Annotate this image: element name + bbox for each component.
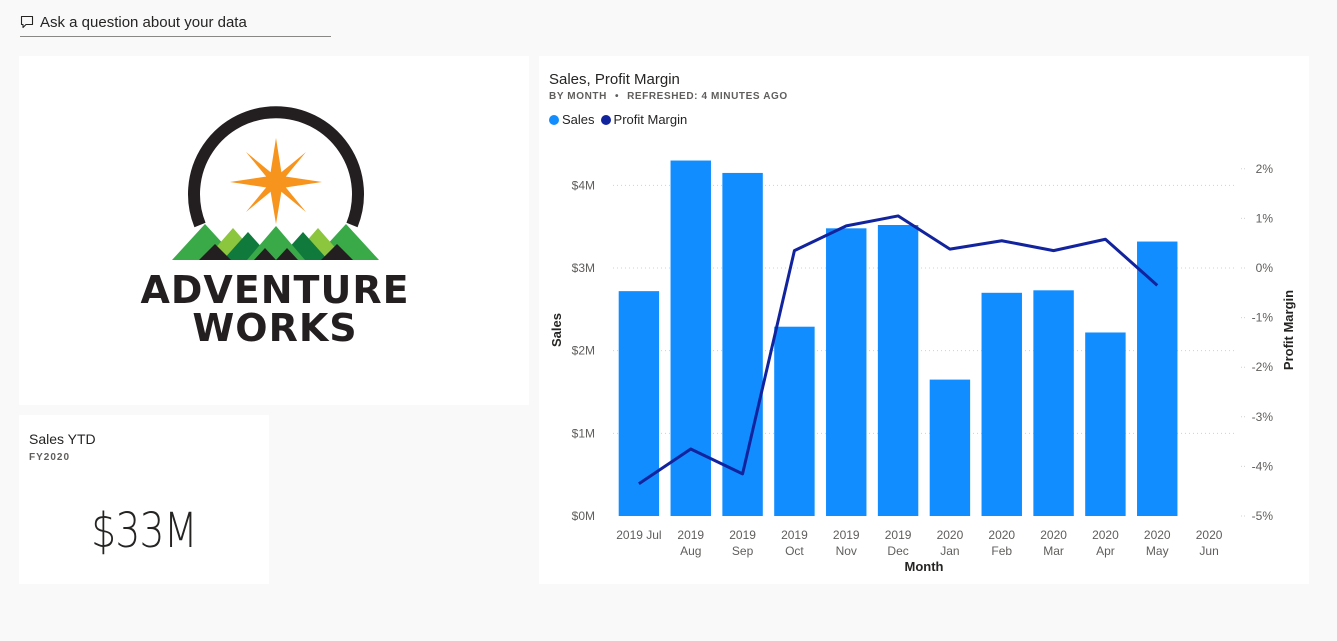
bar-sales bbox=[826, 228, 867, 516]
y2-tick-label: -2% bbox=[1252, 360, 1274, 374]
x-tick-label: 2019 bbox=[833, 528, 860, 542]
x-tick-label: 2020 bbox=[1196, 528, 1223, 542]
x-tick-label: Apr bbox=[1096, 544, 1115, 558]
x-tick-label: Feb bbox=[991, 544, 1012, 558]
y2-tick-label: -5% bbox=[1252, 509, 1274, 523]
bar-sales bbox=[929, 379, 971, 516]
y-tick-label: $2M bbox=[572, 344, 595, 358]
x-tick-label: Dec bbox=[887, 544, 908, 558]
x-tick-label: 2020 bbox=[937, 528, 964, 542]
x-tick-label: Jan bbox=[940, 544, 959, 558]
y-tick-label: $0M bbox=[572, 509, 595, 523]
qa-input[interactable]: Ask a question about your data bbox=[20, 8, 331, 37]
bar-sales bbox=[981, 292, 1022, 516]
chart-title: Sales, Profit Margin bbox=[549, 71, 680, 88]
x-axis-title: Month bbox=[905, 559, 944, 574]
x-tick-label: Jun bbox=[1199, 544, 1218, 558]
legend-item-profit-margin[interactable]: Profit Margin bbox=[600, 112, 688, 127]
x-tick-label: 2020 bbox=[1092, 528, 1119, 542]
subtitle-separator: • bbox=[614, 91, 620, 102]
y2-axis-title: Profit Margin bbox=[1281, 290, 1296, 370]
bar-sales bbox=[670, 160, 711, 516]
kpi-title: Sales YTD bbox=[29, 431, 96, 447]
x-tick-label: 2019 bbox=[677, 528, 704, 542]
qa-label: Ask a question about your data bbox=[40, 13, 247, 31]
y-tick-label: $4M bbox=[572, 178, 595, 192]
x-tick-label: Aug bbox=[680, 544, 701, 558]
x-tick-label: May bbox=[1146, 544, 1169, 558]
y2-tick-label: -3% bbox=[1252, 410, 1274, 424]
kpi-value: $33M bbox=[91, 503, 198, 559]
x-tick-label: 2020 bbox=[988, 528, 1015, 542]
combo-chart: $0M $1M $2M $3M $4M 2% 1% 0% -1% -2% -3% -4% -5% 2019… bbox=[549, 160, 1296, 574]
bar-sales bbox=[722, 172, 763, 516]
x-tick-label: Mar bbox=[1043, 544, 1064, 558]
bar-sales bbox=[1085, 332, 1126, 516]
bar-sales bbox=[1137, 241, 1178, 516]
x-tick-label: 2020 bbox=[1144, 528, 1171, 542]
y-axis-title: Sales bbox=[549, 313, 564, 347]
logo-text-line2: WORKS bbox=[192, 306, 357, 350]
y-tick-label: $3M bbox=[572, 261, 595, 275]
legend-label-sales: Sales bbox=[562, 112, 595, 127]
bar-sales bbox=[1033, 290, 1074, 516]
y2-tick-label: -1% bbox=[1252, 311, 1274, 325]
chart-subtitle-refresh: REFRESHED: 4 MINUTES AGO bbox=[627, 91, 788, 102]
logo-tile[interactable]: ADVENTURE WORKS bbox=[19, 56, 529, 405]
legend-item-sales[interactable]: Sales bbox=[549, 112, 595, 127]
x-tick-label: 2019 bbox=[885, 528, 912, 542]
y2-tick-label: -4% bbox=[1252, 459, 1274, 473]
bar-sales bbox=[774, 326, 815, 516]
x-tick-label: 2019 Jul bbox=[616, 528, 661, 542]
legend-swatch-profit-margin bbox=[600, 114, 611, 125]
chart-legend: Sales Profit Margin bbox=[549, 112, 687, 127]
bar-sales bbox=[877, 225, 919, 516]
y-tick-label: $1M bbox=[572, 426, 595, 440]
adventure-works-logo: ADVENTURE WORKS bbox=[140, 106, 409, 350]
chart-tile[interactable]: $0M $1M $2M $3M $4M 2% 1% 0% -1% -2% -3% -4% -5% 2019… bbox=[539, 56, 1309, 584]
legend-swatch-sales bbox=[549, 114, 559, 125]
x-tick-label: Nov bbox=[836, 544, 857, 558]
legend-label-profit-margin: Profit Margin bbox=[613, 112, 688, 127]
y2-tick-label: 0% bbox=[1256, 261, 1274, 275]
x-tick-label: 2019 bbox=[729, 528, 756, 542]
kpi-subtitle: FY2020 bbox=[29, 452, 71, 463]
kpi-tile[interactable]: Sales YTD FY2020 $33M bbox=[19, 415, 269, 584]
x-tick-label: Sep bbox=[732, 544, 754, 558]
x-tick-label: 2020 bbox=[1040, 528, 1067, 542]
x-tick-label: Oct bbox=[785, 544, 804, 558]
x-tick-label: 2019 bbox=[781, 528, 808, 542]
chart-subtitle: BY MONTH • REFRESHED: 4 MINUTES AGO bbox=[549, 91, 788, 102]
y2-tick-label: 1% bbox=[1256, 211, 1274, 225]
y2-tick-label: 2% bbox=[1256, 162, 1274, 176]
chat-icon bbox=[20, 15, 34, 29]
chart-subtitle-by: BY MONTH bbox=[549, 91, 607, 102]
